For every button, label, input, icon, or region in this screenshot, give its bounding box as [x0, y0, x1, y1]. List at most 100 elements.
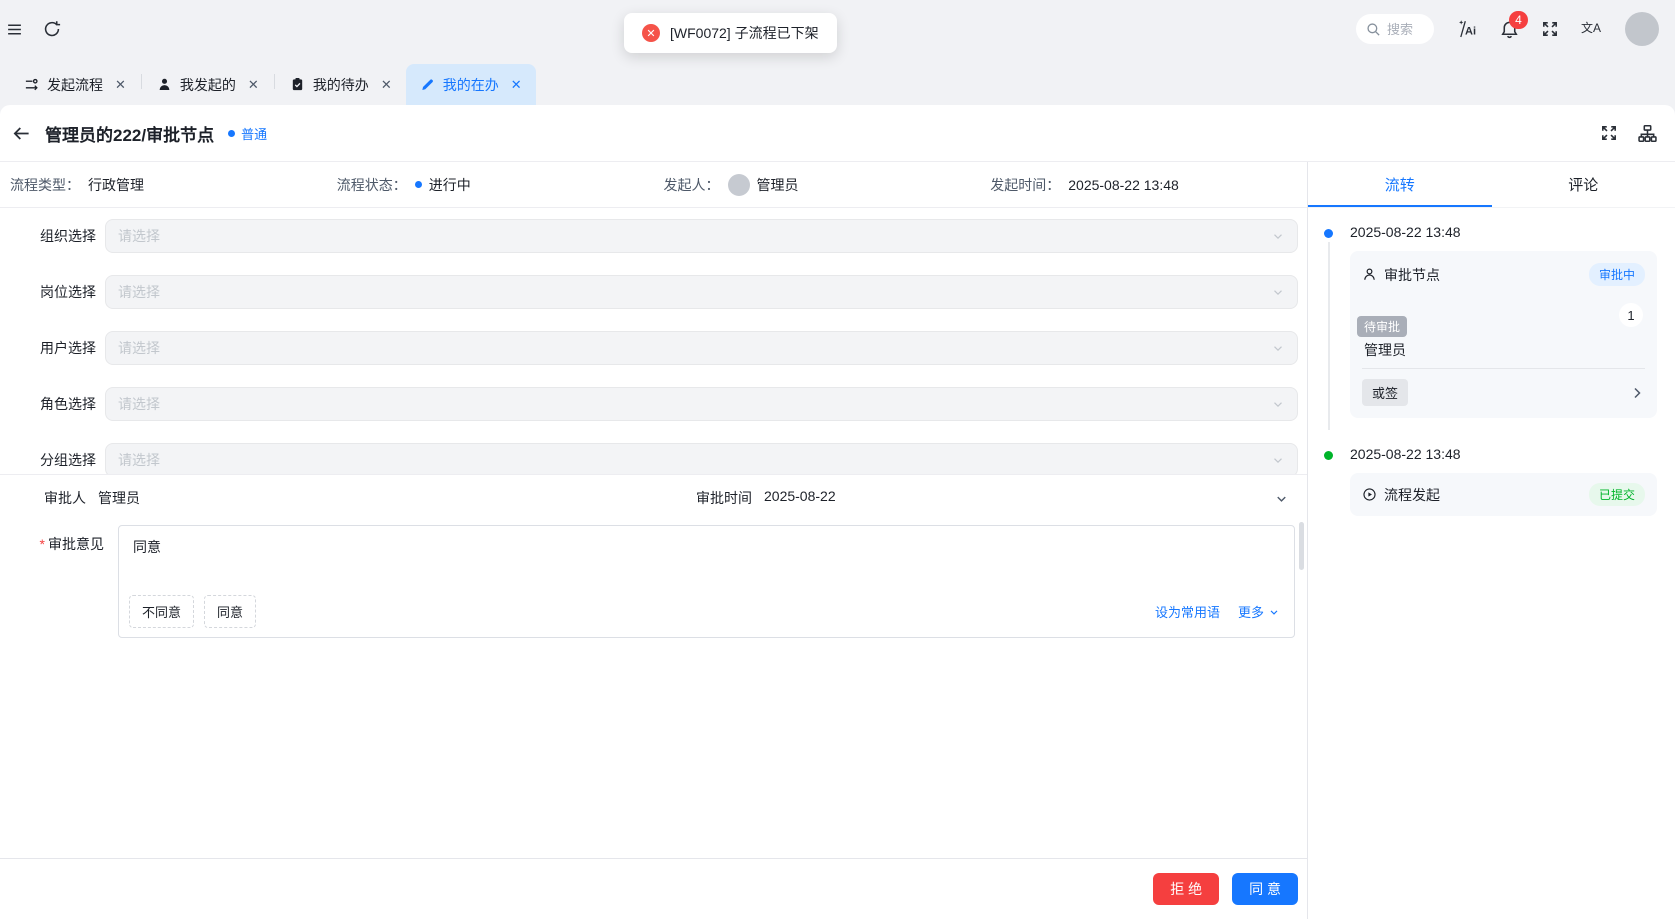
pending-approval-tag: 待审批 — [1357, 316, 1408, 337]
tab-my-todo[interactable]: 我的待办 ✕ — [276, 64, 406, 105]
notification-count-badge: 4 — [1509, 10, 1528, 29]
collapse-chevron-icon[interactable] — [1274, 491, 1289, 506]
opinion-row: * 审批意见 同意 不同意 同意 设为常用语 更多 — [0, 525, 1307, 638]
timeline-item-approval: 2025-08-22 13:48 审批节点 审批中 待审批 管理员 1 或签 — [1324, 224, 1657, 430]
tab-divider — [140, 74, 142, 89]
chevron-right-icon[interactable] — [1629, 385, 1645, 401]
timeline-dot — [1324, 229, 1333, 238]
opinion-textarea[interactable]: 同意 不同意 同意 设为常用语 更多 — [118, 525, 1295, 638]
priority-badge: 普通 — [228, 124, 267, 143]
svg-text:文A: 文A — [1581, 20, 1601, 35]
approval-time: 审批时间 2025-08-22 — [696, 488, 836, 506]
node-status-badge: 审批中 — [1588, 263, 1645, 286]
close-icon[interactable]: ✕ — [381, 77, 392, 93]
tab-start-process[interactable]: 发起流程 ✕ — [10, 64, 140, 105]
fullscreen-icon[interactable] — [1541, 20, 1559, 38]
approver-label: 审批人 — [44, 490, 86, 506]
detail-header: 管理员的222/审批节点 普通 — [0, 105, 1675, 162]
reject-button[interactable]: 拒 绝 — [1153, 873, 1220, 905]
node-status-badge: 已提交 — [1588, 483, 1645, 506]
approve-button[interactable]: 同 意 — [1232, 873, 1298, 905]
notifications-bell-icon[interactable]: 4 — [1500, 10, 1528, 39]
form-row-group: 分组选择 请选择 — [0, 432, 1307, 478]
person-icon — [1362, 267, 1377, 282]
approver-block: 待审批 管理员 1 — [1357, 296, 1645, 360]
back-arrow-icon[interactable] — [12, 124, 31, 143]
page-title: 管理员的222/审批节点 — [45, 125, 215, 145]
tab-flow[interactable]: 流转 — [1308, 162, 1492, 207]
side-panel: 流转 评论 2025-08-22 13:48 审批节点 审批中 待审批 管理员 … — [1308, 162, 1675, 919]
status-value: 进行中 — [414, 175, 471, 195]
role-select[interactable]: 请选择 — [105, 387, 1298, 421]
search-input[interactable] — [1387, 21, 1427, 37]
set-common-phrase-link[interactable]: 设为常用语 — [1155, 602, 1220, 621]
tab-my-initiated[interactable]: 我发起的 ✕ — [143, 64, 273, 105]
close-icon[interactable]: ✕ — [248, 77, 259, 93]
person-icon — [157, 77, 172, 92]
flow-timeline: 2025-08-22 13:48 审批节点 审批中 待审批 管理员 1 或签 2… — [1308, 208, 1675, 919]
node-title: 流程发起 — [1384, 486, 1440, 503]
quick-reply-agree-button[interactable]: 同意 — [204, 595, 257, 628]
more-link[interactable]: 更多 — [1238, 602, 1280, 621]
error-icon: ✕ — [642, 24, 660, 42]
approval-node-card: 审批节点 审批中 待审批 管理员 1 或签 — [1350, 251, 1657, 418]
chevron-down-icon — [1271, 453, 1285, 467]
approver-row: 审批人 管理员 审批时间 2025-08-22 — [0, 475, 1307, 521]
clipboard-check-icon — [290, 77, 305, 92]
tab-divider — [273, 74, 275, 89]
card-divider — [1362, 368, 1645, 369]
initiator-avatar — [727, 173, 750, 196]
chevron-down-icon — [1270, 609, 1278, 615]
opinion-value: 同意 — [133, 539, 161, 555]
chevron-down-icon — [1271, 285, 1285, 299]
translate-icon[interactable]: 文A — [1581, 20, 1603, 39]
opinion-label: 审批意见 — [48, 536, 104, 552]
process-start-card: 流程发起 已提交 — [1350, 473, 1657, 516]
user-select[interactable]: 请选择 — [105, 331, 1298, 365]
toast-message: [WF0072] 子流程已下架 — [670, 25, 819, 41]
chevron-down-icon — [1271, 341, 1285, 355]
timeline-time: 2025-08-22 13:48 — [1350, 446, 1461, 462]
expand-icon[interactable] — [1600, 124, 1618, 143]
meta-process-type: 流程类型： 行政管理 — [10, 176, 144, 193]
close-icon[interactable]: ✕ — [511, 77, 522, 93]
global-search[interactable] — [1356, 14, 1434, 44]
search-icon — [1366, 22, 1381, 37]
select-placeholder: 请选择 — [118, 228, 160, 244]
meta-start-time: 发起时间： 2025-08-22 13:48 — [990, 176, 1179, 193]
select-placeholder: 请选择 — [118, 396, 160, 412]
required-asterisk: * — [39, 536, 45, 552]
approval-section: 审批人 管理员 审批时间 2025-08-22 * 审批意见 同意 不同意 同意… — [0, 474, 1307, 919]
quick-reply-disagree-button[interactable]: 不同意 — [129, 595, 195, 628]
hamburger-menu-icon[interactable] — [6, 21, 23, 38]
approver-name: 管理员 — [1364, 342, 1406, 358]
flowchart-icon[interactable] — [1638, 124, 1657, 143]
status-dot — [414, 181, 422, 188]
timeline-time: 2025-08-22 13:48 — [1350, 224, 1461, 240]
select-placeholder: 请选择 — [118, 452, 160, 468]
ai-assistant-icon[interactable]: Ai — [1456, 19, 1478, 39]
tab-label: 发起流程 — [47, 76, 103, 93]
refresh-icon[interactable] — [43, 20, 61, 38]
close-icon[interactable]: ✕ — [115, 77, 126, 93]
scrollbar-thumb[interactable] — [1299, 522, 1304, 570]
user-avatar[interactable] — [1625, 12, 1659, 46]
form-row-post: 岗位选择 请选择 — [0, 264, 1307, 320]
tab-my-in-progress[interactable]: 我的在办 ✕ — [405, 64, 536, 105]
meta-initiator: 发起人： 管理员 — [654, 173, 981, 196]
play-circle-icon — [1362, 487, 1377, 502]
node-title: 审批节点 — [1384, 266, 1440, 283]
tab-comments[interactable]: 评论 — [1492, 162, 1675, 207]
panel-tabs: 流转 评论 — [1308, 162, 1675, 208]
post-select[interactable]: 请选择 — [105, 275, 1298, 309]
topbar: ✕ [WF0072] 子流程已下架 Ai 4 文A — [0, 0, 1675, 58]
group-select[interactable]: 请选择 — [105, 443, 1298, 477]
timeline-item-initiated: 2025-08-22 13:48 流程发起 已提交 — [1324, 446, 1657, 516]
tab-label: 我发起的 — [179, 76, 236, 93]
meta-process-status: 流程状态： 进行中 — [336, 175, 471, 195]
sign-mode-badge: 或签 — [1362, 379, 1409, 406]
process-form-area: 流程类型： 行政管理 流程状态： 进行中 发起人： 管理员 发起时间： 2025… — [0, 162, 1308, 919]
form-row-org: 组织选择 请选择 — [0, 208, 1307, 264]
org-select[interactable]: 请选择 — [105, 219, 1298, 253]
priority-dot — [228, 129, 236, 137]
